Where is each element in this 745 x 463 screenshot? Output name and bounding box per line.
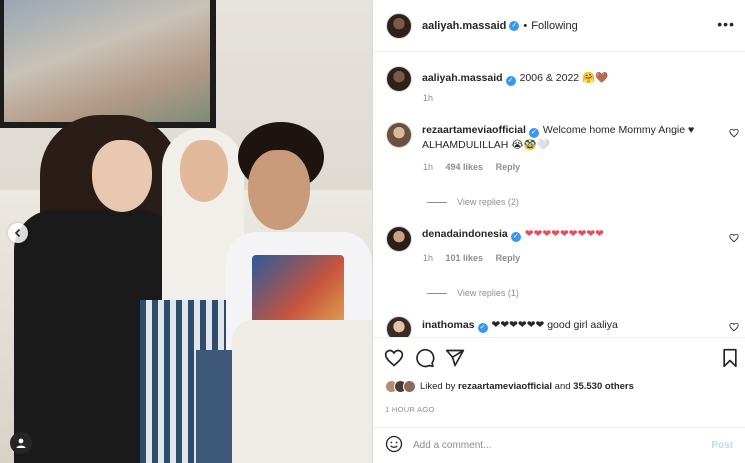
add-comment-bar: Post [373,427,745,463]
post-timestamp[interactable]: 1 HOUR AGO [385,405,435,414]
author-avatar[interactable] [386,12,412,39]
shirt-print [252,255,344,325]
heart-outline-icon [729,128,739,138]
post-comment-button[interactable]: Post [711,440,733,451]
verified-badge-icon: ✓ [505,76,516,86]
comment-text-block: denadaindonesia ✓ ❤❤❤❤❤❤❤❤❤ [422,226,604,252]
like-comment-button[interactable] [729,233,739,246]
post-actions: Liked by rezaartameviaofficial and 35.53… [373,337,745,427]
comment-time[interactable]: 1h [423,253,433,263]
comment-username[interactable]: rezaartameviaofficial [422,124,526,136]
like-button[interactable] [384,348,406,370]
comment-likes[interactable]: 494 likes [446,162,484,172]
post-side-panel: aaliyah.massaid ✓ • Following ••• aaliya… [372,0,745,463]
comment-username[interactable]: inathomas [422,319,475,331]
photo-painting [0,0,216,128]
caption-avatar[interactable] [386,66,412,92]
comment-row: rezaartameviaofficial ✓ Welcome home Mommy… [386,122,716,152]
caption-text: 2006 & 2022 🤗🤎 [519,72,609,84]
post-header: aaliyah.massaid ✓ • Following ••• [373,0,745,52]
instagram-post-modal: aaliyah.massaid ✓ • Following ••• aaliya… [0,0,745,463]
comment-meta: 1h 494 likes Reply [423,162,530,172]
caption-text-block: aaliyah.massaid ✓ 2006 & 2022 🤗🤎 [422,66,608,92]
view-replies-button[interactable]: View replies (1) [427,288,519,298]
verified-badge-icon: ✓ [510,232,521,242]
likes-prefix: Liked by [420,381,456,392]
post-photo[interactable] [0,0,372,463]
comment-text-block: inathomas ✓ ❤❤❤❤❤❤ good girl aaliya [422,316,618,337]
verified-badge-icon: ✓ [509,20,520,31]
like-comment-button[interactable] [729,322,739,335]
more-options-button[interactable]: ••• [717,16,735,32]
person-left-face [92,140,152,212]
comment-username[interactable]: denadaindonesia [422,228,508,240]
likes-others[interactable]: 35.530 others [573,381,634,392]
save-button[interactable] [721,348,743,370]
like-comment-button[interactable] [729,128,739,141]
header-separator: • [523,19,528,32]
comment-row: denadaindonesia ✓ ❤❤❤❤❤❤❤❤❤ [386,226,604,252]
comment-input[interactable] [413,440,712,451]
view-replies-label: View replies (2) [457,197,519,207]
following-button[interactable]: Following [531,20,577,32]
photo-pillow [232,320,372,463]
user-icon [16,438,26,448]
comment-bubble-icon [416,348,435,368]
emoji-button[interactable] [385,435,403,456]
likes-summary[interactable]: Liked by rezaartameviaofficial and 35.53… [420,381,634,392]
person-right-face [248,150,310,230]
reply-button[interactable]: Reply [496,253,521,263]
replies-divider [427,292,447,294]
view-replies-button[interactable]: View replies (2) [427,197,519,207]
caption-meta: 1h [423,93,443,103]
comment-meta: 1h 101 likes Reply [423,253,530,263]
likes-conj: and [554,381,571,392]
chevron-left-icon [14,228,21,238]
comment-button[interactable] [415,348,437,370]
heart-outline-icon [729,322,739,332]
share-button[interactable] [445,348,467,370]
person-center-face [180,140,228,202]
view-replies-label: View replies (1) [457,288,519,298]
likes-user[interactable]: rezaartameviaofficial [458,381,552,392]
comment-text: ❤❤❤❤❤❤❤❤❤ [524,228,604,240]
commenter-avatar[interactable] [386,316,412,337]
caption-row: aaliyah.massaid ✓ 2006 & 2022 🤗🤎 [386,66,608,92]
comment-likes[interactable]: 101 likes [446,253,484,263]
commenter-avatar[interactable] [386,226,412,252]
heart-outline-icon [729,233,739,243]
author-username[interactable]: aaliyah.massaid [422,20,506,32]
caption-username[interactable]: aaliyah.massaid [422,72,503,84]
carousel-prev-button[interactable] [8,223,28,243]
reply-button[interactable]: Reply [496,162,521,172]
comment-text: ❤❤❤❤❤❤ good girl aaliya [491,319,618,331]
liked-by: Liked by rezaartameviaofficial and 35.53… [385,380,634,393]
bookmark-icon [723,348,737,368]
send-icon [445,349,465,367]
verified-badge-icon: ✓ [528,128,539,138]
verified-badge-icon: ✓ [477,323,488,333]
comment-row: inathomas ✓ ❤❤❤❤❤❤ good girl aaliya [386,316,618,337]
liker-avatar [403,380,416,393]
comment-text-block: rezaartameviaofficial ✓ Welcome home Mommy… [422,122,716,152]
smiley-icon [385,435,403,453]
heart-icon [384,349,404,367]
commenter-avatar[interactable] [386,122,412,148]
caption-time[interactable]: 1h [423,93,433,103]
tagged-users-button[interactable] [10,432,32,454]
comment-time[interactable]: 1h [423,162,433,172]
comments-list[interactable]: aaliyah.massaid ✓ 2006 & 2022 🤗🤎 1h rezaar… [373,52,745,337]
replies-divider [427,201,447,203]
